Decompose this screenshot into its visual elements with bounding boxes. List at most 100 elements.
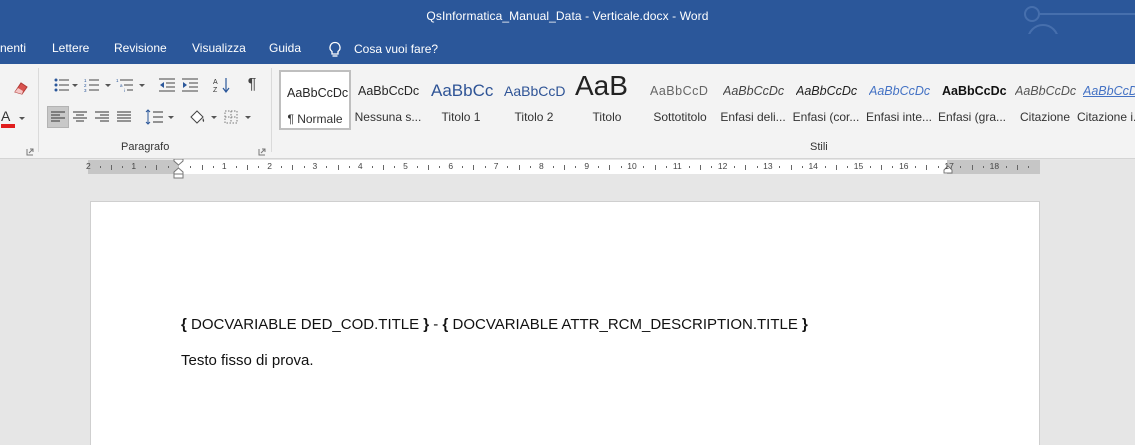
multilevel-dropdown-arrow[interactable] [139, 84, 145, 87]
justify-button[interactable] [113, 106, 135, 128]
style-nessuna-spaziatura[interactable]: AaBbCcDc Nessuna s... [352, 70, 424, 130]
style-enfasi-grassetto[interactable]: AaBbCcDc Enfasi (gra... [936, 70, 1008, 130]
ruler-number: 18 [989, 161, 1000, 171]
ruler-tick [303, 166, 305, 168]
eraser-icon [14, 82, 28, 95]
ruler-tick [745, 164, 747, 170]
font-dialog-launcher[interactable] [26, 143, 34, 156]
style-name: Enfasi deli... [720, 110, 786, 124]
style-titolo-1[interactable]: AaBbCc Titolo 1 [425, 70, 497, 130]
field-code-line[interactable]: { DOCVARIABLE DED_COD.TITLE } - { DOCVAR… [181, 316, 808, 333]
ruler-tick [292, 164, 294, 170]
lightbulb-icon [329, 41, 341, 57]
ruler-tick [530, 166, 532, 168]
body-paragraph[interactable]: Testo fisso di prova. [181, 352, 314, 369]
borders-dropdown-arrow[interactable] [245, 116, 251, 119]
ruler-tick [201, 164, 203, 170]
multilevel-list-icon: 1 a i [116, 78, 133, 92]
ruler-tick [960, 166, 962, 168]
tab-riferimenti[interactable]: nenti [0, 41, 26, 55]
line-spacing-button[interactable] [143, 106, 165, 128]
ruler-tick [564, 164, 566, 170]
field-separator: - [429, 316, 443, 333]
style-citazione[interactable]: AaBbCcDc Citazione [1009, 70, 1081, 130]
ruler-tick [1005, 166, 1007, 168]
style-name: Enfasi inte... [865, 110, 933, 124]
field-code-ded-cod: DOCVARIABLE DED_COD.TITLE [186, 316, 424, 333]
style-name: Enfasi (gra... [937, 110, 1007, 124]
ruler-tick [1017, 164, 1019, 170]
ruler-tick [892, 166, 894, 168]
tab-guida[interactable]: Guida [269, 41, 301, 55]
style-preview: AaBbCcD [504, 83, 566, 99]
numbering-button[interactable]: 1 2 3 [82, 74, 102, 96]
line-spacing-dropdown-arrow[interactable] [168, 116, 174, 119]
font-color-button[interactable]: A [0, 108, 18, 130]
horizontal-ruler[interactable]: 2 1 1 2 3 4 5 6 7 8 9 10 11 12 13 14 15 16 17 18 [86, 159, 1040, 179]
ruler-tick [801, 166, 803, 168]
styles-group-label: Stili [810, 141, 828, 153]
multilevel-list-button[interactable]: 1 a i [114, 74, 136, 96]
tab-visualizza[interactable]: Visualizza [192, 41, 246, 55]
ruler-number: 3 [312, 161, 318, 171]
style-titolo[interactable]: AaB Titolo [571, 70, 643, 130]
style-name: ¶ Normale [287, 112, 343, 126]
tab-lettere[interactable]: Lettere [52, 41, 89, 55]
ruler-tick [235, 166, 237, 168]
style-preview: AaBbCcDc [869, 84, 931, 98]
ruler-tick [348, 166, 350, 168]
ruler-tick [111, 164, 113, 170]
tell-me-search[interactable]: Cosa vuoi fare? [328, 39, 438, 59]
shading-button[interactable] [186, 106, 208, 128]
ruler-number: 5 [403, 161, 408, 171]
svg-text:1: 1 [116, 78, 119, 83]
ruler-tick [688, 166, 690, 168]
line-spacing-icon [145, 109, 163, 125]
bullets-dropdown-arrow[interactable] [72, 84, 78, 87]
paint-bucket-icon [190, 110, 205, 124]
ruler-number: 4 [357, 161, 363, 171]
align-right-button[interactable] [91, 106, 113, 128]
sort-button[interactable]: A Z [211, 74, 233, 96]
increase-indent-button[interactable] [179, 74, 201, 96]
pilcrow-icon: ¶ [247, 76, 257, 93]
ruler-tick [382, 164, 384, 170]
style-name: Citazione i... [1077, 110, 1135, 124]
ruler-number: 16 [899, 161, 909, 171]
tell-me-label: Cosa vuoi fare? [354, 42, 439, 56]
ruler-number: 6 [448, 161, 454, 171]
style-normale[interactable]: AaBbCcDc ¶ Normale [279, 70, 351, 130]
style-name: Citazione [1019, 110, 1071, 124]
style-preview: AaBbCcDc [358, 84, 420, 98]
shading-dropdown-arrow[interactable] [211, 116, 217, 119]
tab-revisione[interactable]: Revisione [114, 41, 167, 55]
align-left-button[interactable] [47, 106, 69, 128]
svg-text:A: A [213, 79, 218, 86]
style-enfasi-corsivo[interactable]: AaBbCcDc Enfasi (cor... [790, 70, 862, 130]
font-color-a-icon: A [1, 109, 15, 128]
clear-formatting-button[interactable] [10, 77, 32, 99]
first-line-indent-marker[interactable] [173, 159, 184, 179]
style-preview: AaBbCcDc [287, 86, 349, 100]
style-enfasi-delicata[interactable]: AaBbCcDc Enfasi deli... [717, 70, 789, 130]
style-enfasi-intensa[interactable]: AaBbCcDc Enfasi inte... [863, 70, 935, 130]
ruler-tick [790, 164, 792, 170]
ruler-tick [212, 166, 214, 168]
style-name: Sottotitolo [653, 110, 707, 124]
style-sottotitolo[interactable]: AaBbCcD Sottotitolo [644, 70, 716, 130]
paragraph-dialog-launcher[interactable] [258, 143, 266, 156]
ruler-tick [552, 166, 554, 168]
style-titolo-2[interactable]: AaBbCcD Titolo 2 [498, 70, 570, 130]
ruler-number: 15 [853, 161, 864, 171]
numbering-dropdown-arrow[interactable] [105, 84, 111, 87]
style-preview: AaBbCcDc [1015, 84, 1077, 98]
align-center-button[interactable] [69, 106, 91, 128]
show-formatting-marks-button[interactable]: ¶ [242, 74, 262, 96]
font-color-dropdown-arrow[interactable] [19, 117, 25, 120]
decrease-indent-button[interactable] [156, 74, 178, 96]
borders-button[interactable] [220, 106, 242, 128]
style-citazione-intensa[interactable]: AaBbCcDc Citazione i... [1077, 70, 1135, 130]
ruler-tick [258, 166, 260, 168]
document-page[interactable]: { DOCVARIABLE DED_COD.TITLE } - { DOCVAR… [90, 201, 1040, 445]
ruler-tick [824, 166, 826, 168]
